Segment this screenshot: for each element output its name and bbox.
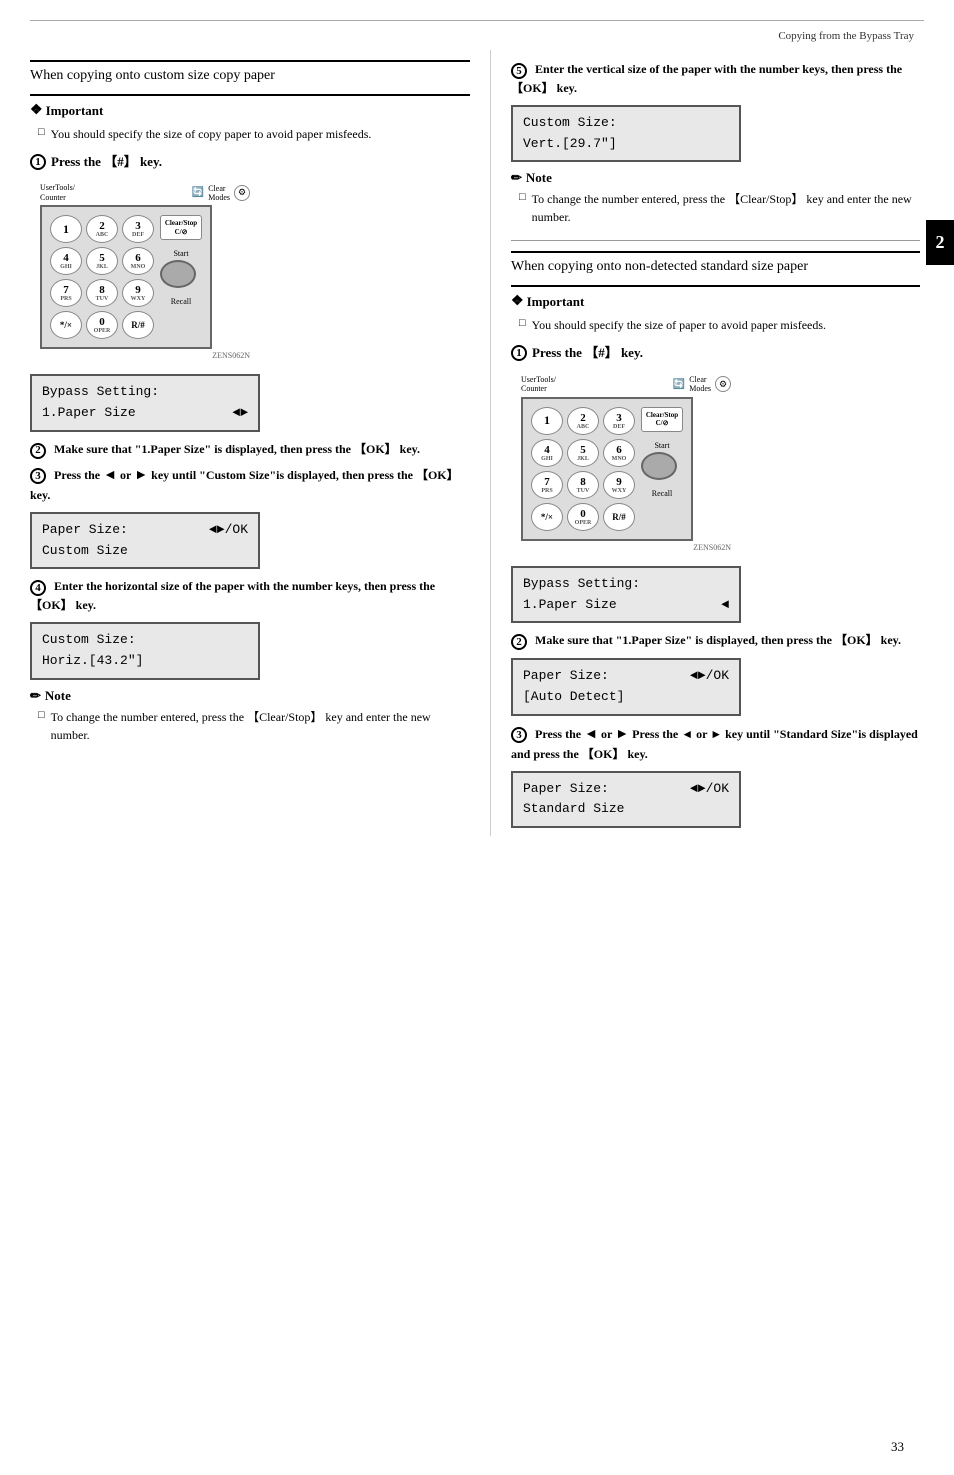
lcd-paper-size-custom: Paper Size: ◄►/OK Custom Size bbox=[30, 512, 260, 570]
key-5: 5JKL bbox=[86, 247, 118, 275]
step2-desc: 2 Make sure that "1.Paper Size" is displ… bbox=[30, 440, 470, 459]
page-header: Copying from the Bypass Tray bbox=[0, 25, 954, 50]
key-9: 9WXY bbox=[122, 279, 154, 307]
keypad-usertool-label: UserTools/Counter bbox=[40, 183, 75, 202]
keypad-clearmodes-label-r: 🔄 ClearModes ⚙ bbox=[673, 375, 731, 394]
key-8: 8TUV bbox=[86, 279, 118, 307]
step5-number: 5 bbox=[511, 63, 527, 79]
clear-stop-btn: Clear/StopC/⊘ bbox=[160, 215, 202, 240]
key-9r: 9WXY bbox=[603, 471, 635, 499]
lcd-paper-auto: Paper Size: ◄►/OK [Auto Detect] bbox=[511, 658, 741, 716]
key-2r: 2ABC bbox=[567, 407, 599, 435]
key-3r: 3DEF bbox=[603, 407, 635, 435]
key-1r: 1 bbox=[531, 407, 563, 435]
lcd-pa-line1: Paper Size: ◄►/OK bbox=[523, 666, 729, 687]
step2-number: 2 bbox=[30, 443, 46, 459]
key-3: 3DEF bbox=[122, 215, 154, 243]
lcd-ps-line1: Paper Size: ◄►/OK bbox=[42, 520, 248, 541]
important-header: ❖ Important bbox=[30, 102, 470, 119]
left-section-title: When copying onto custom size copy paper bbox=[30, 68, 470, 84]
key-4r: 4GHI bbox=[531, 439, 563, 467]
important2-header: ❖ Important bbox=[511, 293, 920, 310]
step2b-number: 2 bbox=[511, 634, 527, 650]
lcd-paper-standard: Paper Size: ◄►/OK Standard Size bbox=[511, 771, 741, 829]
key-4: 4GHI bbox=[50, 247, 82, 275]
note2-item: To change the number entered, press the … bbox=[511, 190, 920, 226]
key-star: */× bbox=[50, 311, 82, 339]
important-item-1: You should specify the size of copy pape… bbox=[30, 125, 470, 143]
recall-label: Recall bbox=[160, 297, 202, 306]
section2-title: When copying onto non-detected standard … bbox=[511, 259, 920, 275]
section2-bottom-line bbox=[511, 285, 920, 287]
lcd-bs-r-line1: Bypass Setting: bbox=[523, 574, 729, 595]
lcd-pst-line2: Standard Size bbox=[523, 799, 729, 820]
lcd-custom-vert: Custom Size: Vert.[29.7"] bbox=[511, 105, 741, 163]
clear-stop-btn-r: Clear/StopC/⊘ bbox=[641, 407, 683, 432]
step1-number: 1 bbox=[30, 154, 46, 170]
key-star-r: */× bbox=[531, 503, 563, 531]
keypad-clearmodes-label: 🔄 ClearModes ⚙ bbox=[192, 183, 250, 202]
step3-desc: 3 Press the ◄ or ► key until "Custom Siz… bbox=[30, 465, 470, 504]
recall-label-r: Recall bbox=[641, 489, 683, 498]
key-1: 1 bbox=[50, 215, 82, 243]
key-5r: 5JKL bbox=[567, 439, 599, 467]
page-number: 33 bbox=[891, 1439, 904, 1455]
lcd-ps-line2: Custom Size bbox=[42, 541, 248, 562]
key-6r: 6MNO bbox=[603, 439, 635, 467]
lcd-cv-line2: Vert.[29.7"] bbox=[523, 134, 729, 155]
step4-desc: 4 Enter the horizontal size of the paper… bbox=[30, 577, 470, 614]
important2-icon: ❖ bbox=[511, 293, 524, 310]
keypad-diagram-left: UserTools/Counter 🔄 ClearModes ⚙ 1 2ABC … bbox=[40, 183, 250, 360]
step1b-header: 1 Press the 【#】 key. bbox=[511, 344, 920, 362]
key-r: R/# bbox=[122, 311, 154, 339]
start-label-r: Start bbox=[641, 441, 683, 450]
key-7: 7PRS bbox=[50, 279, 82, 307]
keypad-usertool-label-r: UserTools/Counter bbox=[521, 375, 556, 394]
chapter-tab: 2 bbox=[926, 220, 954, 265]
lcd-custom-horiz: Custom Size: Horiz.[43.2"] bbox=[30, 622, 260, 680]
key-0r: 0OPER bbox=[567, 503, 599, 531]
keypad-diagram-right: UserTools/Counter 🔄 ClearModes ⚙ 1 2ABC … bbox=[521, 375, 731, 552]
key-8r: 8TUV bbox=[567, 471, 599, 499]
note1-icon: ✏ bbox=[30, 688, 41, 704]
important2-item-1: You should specify the size of paper to … bbox=[511, 316, 920, 334]
zens-label-left: ZENS062N bbox=[40, 351, 250, 360]
start-label: Start bbox=[160, 249, 202, 258]
note2-icon: ✏ bbox=[511, 170, 522, 186]
start-btn-r bbox=[641, 452, 677, 480]
step3b-number: 3 bbox=[511, 727, 527, 743]
step5-desc: 5 Enter the vertical size of the paper w… bbox=[511, 60, 920, 97]
key-6: 6MNO bbox=[122, 247, 154, 275]
lcd-cv-line1: Custom Size: bbox=[523, 113, 729, 134]
key-rr: R/# bbox=[603, 503, 635, 531]
lcd-ch-line2: Horiz.[43.2"] bbox=[42, 651, 248, 672]
note2-header: ✏ Note bbox=[511, 170, 920, 186]
lcd-line2-left: 1.Paper Size ◄► bbox=[42, 403, 248, 424]
section-divider bbox=[511, 240, 920, 241]
step2b-desc: 2 Make sure that "1.Paper Size" is displ… bbox=[511, 631, 920, 650]
key-7r: 7PRS bbox=[531, 471, 563, 499]
note1-header: ✏ Note bbox=[30, 688, 470, 704]
start-btn bbox=[160, 260, 196, 288]
step1-header: 1 Press the 【#】 key. bbox=[30, 153, 470, 171]
step4-number: 4 bbox=[30, 580, 46, 596]
lcd-ch-line1: Custom Size: bbox=[42, 630, 248, 651]
lcd-bypass-setting-right: Bypass Setting: 1.Paper Size ◄ bbox=[511, 566, 741, 624]
important-icon: ❖ bbox=[30, 102, 43, 119]
section2-top-line bbox=[511, 251, 920, 253]
lcd-line1-left: Bypass Setting: bbox=[42, 382, 248, 403]
note1-item: To change the number entered, press the … bbox=[30, 708, 470, 744]
key-0: 0OPER bbox=[86, 311, 118, 339]
lcd-pst-line1: Paper Size: ◄►/OK bbox=[523, 779, 729, 800]
step3-number: 3 bbox=[30, 468, 46, 484]
lcd-bypass-setting-left: Bypass Setting: 1.Paper Size ◄► bbox=[30, 374, 260, 432]
step1b-number: 1 bbox=[511, 345, 527, 361]
step3b-desc: 3 Press the ◄ or ► Press the ◄ or ► key … bbox=[511, 724, 920, 763]
lcd-pa-line2: [Auto Detect] bbox=[523, 687, 729, 708]
zens-label-right: ZENS062N bbox=[521, 543, 731, 552]
lcd-bs-r-line2: 1.Paper Size ◄ bbox=[523, 595, 729, 616]
key-2: 2ABC bbox=[86, 215, 118, 243]
